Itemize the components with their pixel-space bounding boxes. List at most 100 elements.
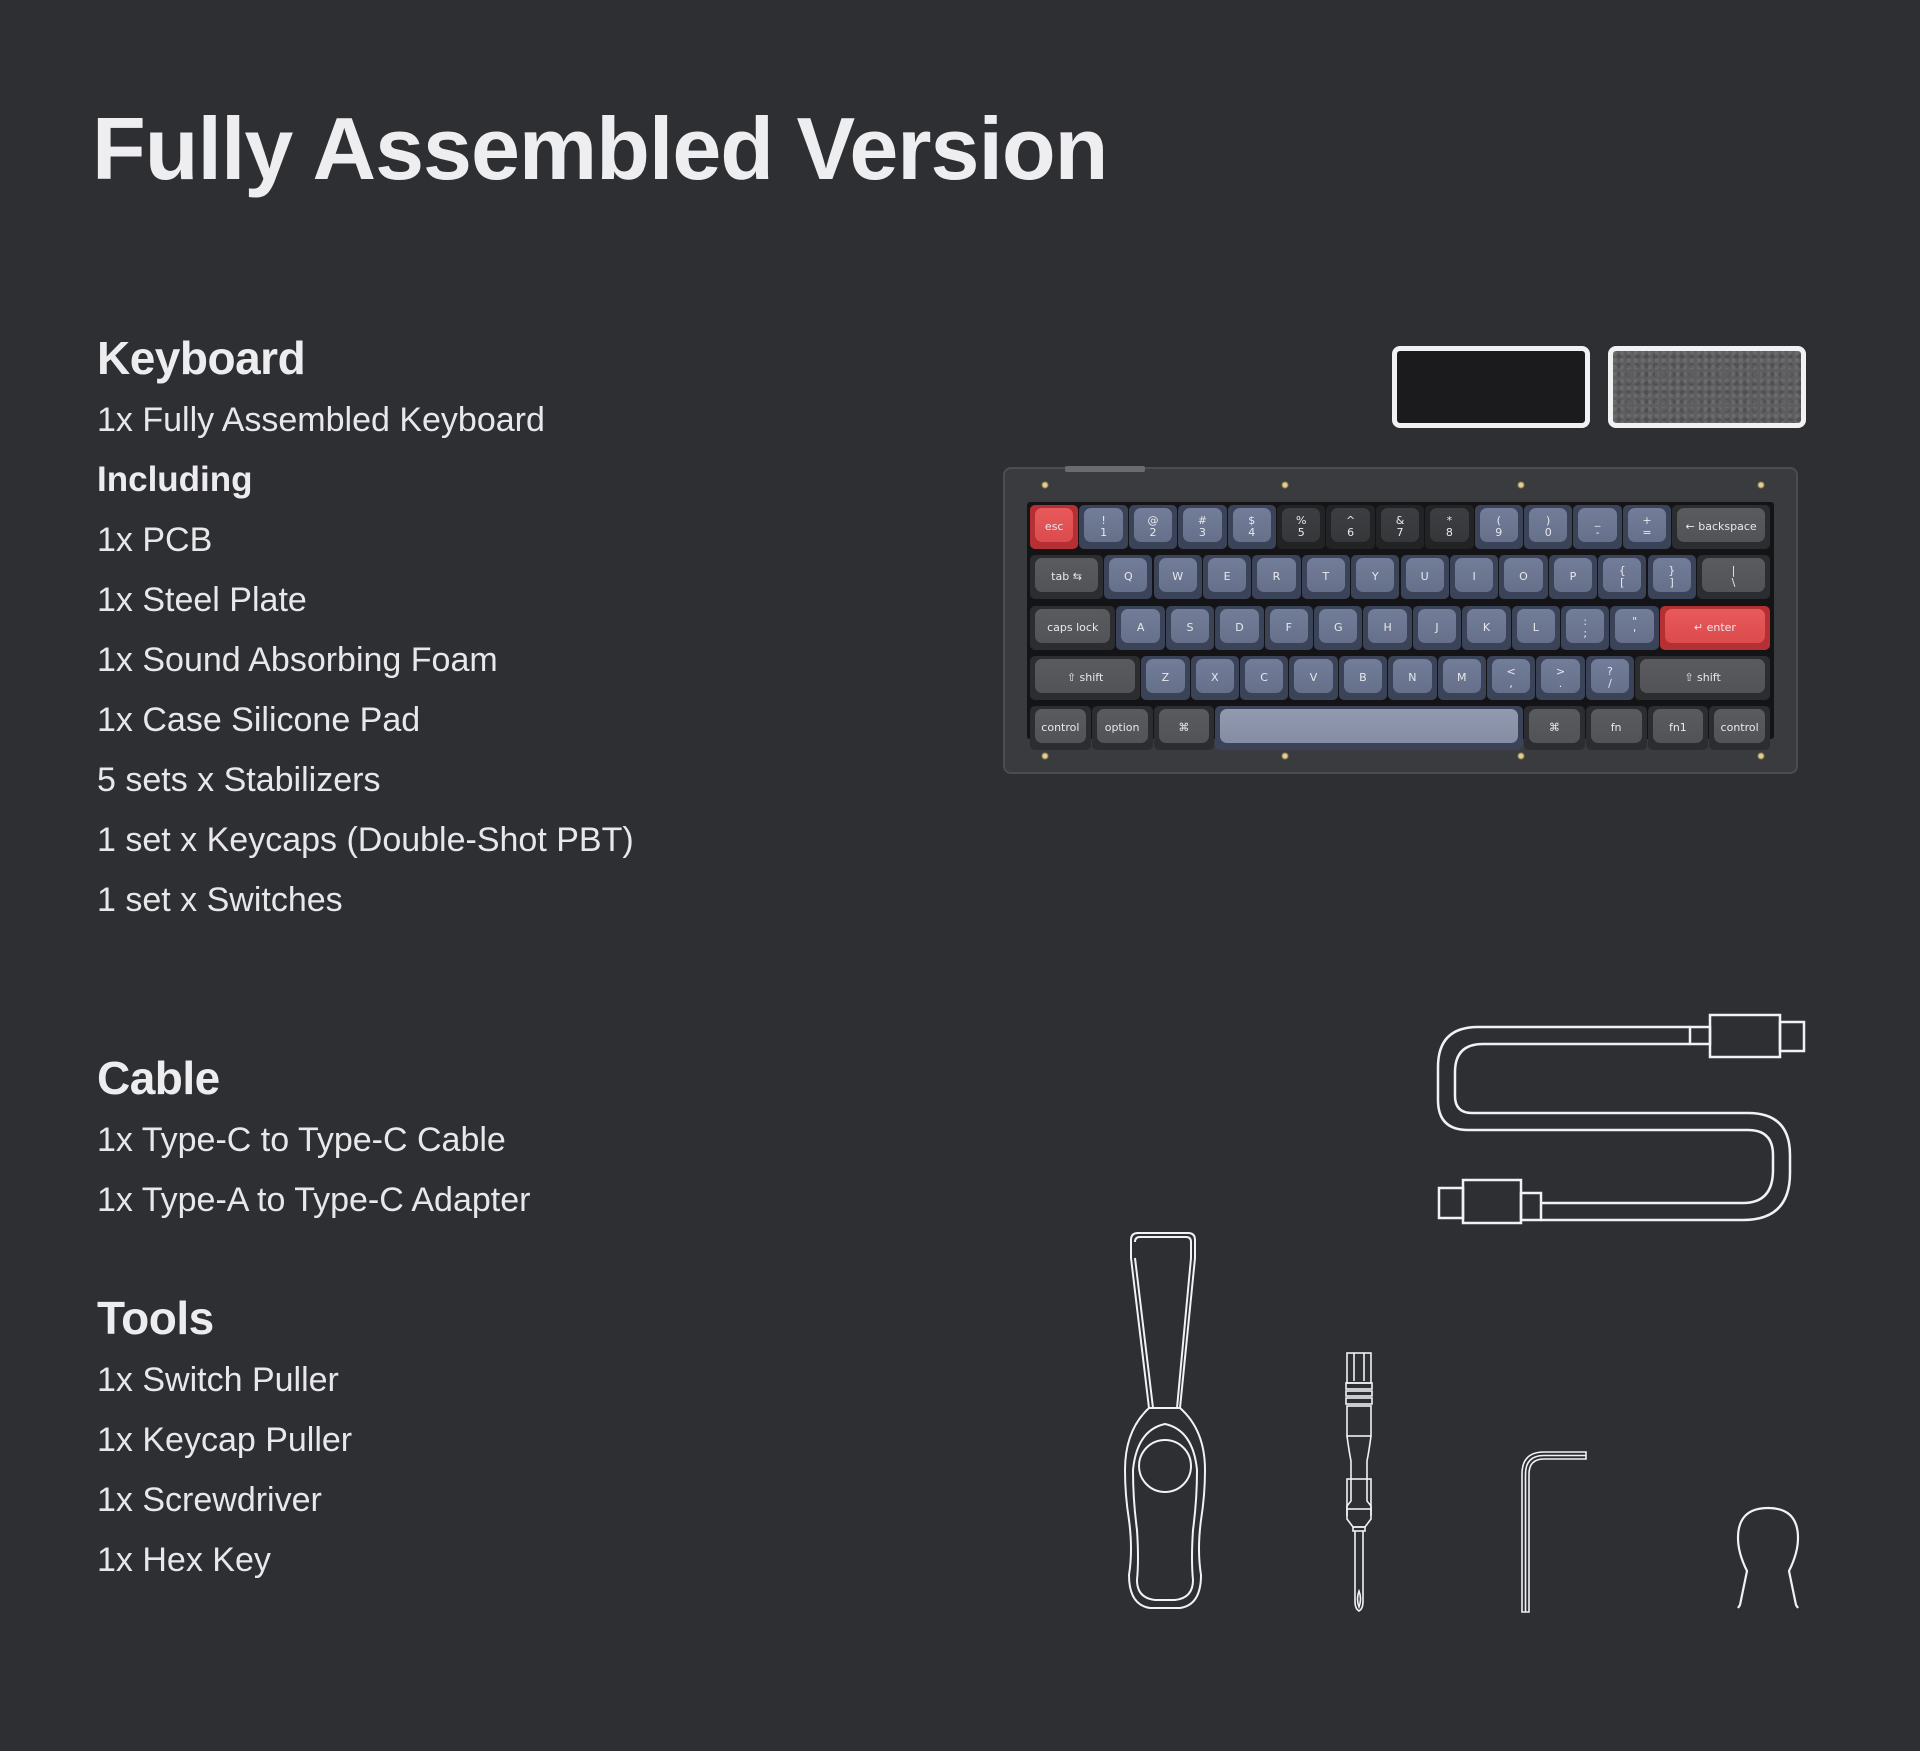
- keycap: ← backspace: [1672, 505, 1770, 549]
- keycap: : ;: [1561, 605, 1610, 650]
- keycap-label: ⇧ shift: [1066, 670, 1104, 684]
- keycap: U: [1400, 555, 1449, 600]
- list-item: 1x Screwdriver: [97, 1481, 322, 1519]
- keycap-label: < ,: [1506, 664, 1516, 690]
- keycap-label: * 8: [1445, 514, 1453, 539]
- keycap: X: [1190, 655, 1239, 700]
- keycap-label: V: [1309, 670, 1318, 684]
- keycap-label: S: [1186, 620, 1194, 634]
- keycap: fn1: [1647, 706, 1709, 751]
- keycap: G: [1314, 605, 1363, 650]
- keycap-label: ) 0: [1544, 514, 1552, 539]
- keycap: E: [1202, 555, 1252, 600]
- list-item: 1x Hex Key: [97, 1541, 271, 1579]
- keycap: [1215, 706, 1523, 751]
- including-subheading: Including: [97, 460, 253, 499]
- list-item: 1 set x Keycaps (Double-Shot PBT): [97, 821, 634, 859]
- keycap-label: fn1: [1668, 721, 1687, 735]
- keycap: K: [1462, 605, 1511, 650]
- keycap-label: control: [1041, 721, 1080, 735]
- keycap: + =: [1622, 505, 1672, 549]
- keycap-label: control: [1720, 721, 1759, 735]
- keycap-top: [1220, 709, 1518, 744]
- keycap: control: [1709, 706, 1770, 751]
- keycap-label: U: [1420, 570, 1429, 584]
- keycap: ⇧ shift: [1030, 655, 1141, 700]
- keycap-label: N: [1408, 670, 1417, 684]
- page-title: Fully Assembled Version: [92, 99, 1108, 198]
- screw-icon: [1757, 481, 1765, 489]
- keycap-label: W: [1172, 570, 1184, 584]
- list-item: 1x PCB: [97, 521, 213, 559]
- keycap-label: L: [1532, 620, 1539, 634]
- keycap-label: option: [1104, 721, 1140, 735]
- keycap-area: esc ! 1 @ 2 # 3 $ 4 % 5 ^ 6 & 7 * 8 ( 9) 0 _ - + = ←…: [1027, 502, 1774, 751]
- keycap-label: } ]: [1668, 564, 1676, 590]
- keycap: option: [1091, 706, 1153, 751]
- keycap-label: @ 2: [1147, 514, 1159, 539]
- keycap: tab ⇆: [1030, 555, 1104, 600]
- keycap-label: E: [1223, 570, 1231, 584]
- keycap-label: | \: [1731, 564, 1736, 590]
- screwdriver-icon: [1343, 1351, 1375, 1613]
- color-swatch-black[interactable]: [1392, 346, 1590, 428]
- list-item: 1 set x Switches: [97, 881, 343, 919]
- keycap: Y: [1351, 555, 1400, 600]
- screw-icon: [1281, 752, 1289, 760]
- keycap: Q: [1104, 555, 1153, 600]
- list-item: 1x Type-A to Type-C Adapter: [97, 1181, 531, 1219]
- list-item: 1x Sound Absorbing Foam: [97, 641, 498, 679]
- list-item: 1x Steel Plate: [97, 581, 307, 619]
- keycap: ⌘: [1153, 706, 1215, 751]
- keycap-label: + =: [1642, 514, 1652, 539]
- keycap: R: [1252, 555, 1301, 600]
- keycap: ) 0: [1524, 505, 1573, 549]
- keycap: ! 1: [1079, 505, 1128, 549]
- keycap-puller-icon: [1735, 1505, 1801, 1610]
- keycap-label: C: [1260, 670, 1268, 684]
- list-item: 1x Type-C to Type-C Cable: [97, 1121, 506, 1159]
- keycap: ↵ enter: [1659, 605, 1770, 650]
- keyboard-heading: Keyboard: [97, 332, 306, 384]
- keycap-label: ( 9: [1495, 514, 1503, 539]
- keycap: F: [1264, 605, 1314, 650]
- keycap: I: [1449, 555, 1499, 600]
- keycap-label: F: [1285, 620, 1292, 634]
- keycap-label: ← backspace: [1685, 520, 1757, 533]
- keycap-label: H: [1383, 620, 1392, 634]
- usb-port: [1065, 466, 1145, 472]
- keycap-label: caps lock: [1047, 620, 1099, 634]
- keycap: N: [1388, 655, 1437, 700]
- keycap-label: O: [1519, 570, 1528, 584]
- keycap-label: & 7: [1395, 514, 1405, 539]
- keycap-label: I: [1472, 570, 1476, 584]
- screw-icon: [1041, 481, 1049, 489]
- keycap-label: : ;: [1583, 614, 1588, 640]
- keycap-label: D: [1235, 620, 1244, 634]
- keycap-label: Q: [1123, 570, 1133, 584]
- list-item: 1x Switch Puller: [97, 1361, 339, 1399]
- keycap-label: ⌘: [1548, 721, 1560, 735]
- keycap: C: [1239, 655, 1289, 700]
- screw-icon: [1517, 481, 1525, 489]
- keycap-label: > .: [1555, 664, 1566, 690]
- screw-icon: [1757, 752, 1765, 760]
- keycap-label: G: [1333, 620, 1343, 634]
- keycap: O: [1499, 555, 1548, 600]
- keycap-label: ? /: [1607, 664, 1613, 690]
- keycap-label: $ 4: [1248, 514, 1256, 539]
- keycap: ? /: [1585, 655, 1635, 700]
- switch-puller-icon: [1123, 1230, 1207, 1610]
- keycap-label: B: [1359, 670, 1367, 684]
- color-swatch-grey[interactable]: [1608, 346, 1806, 428]
- keycap-label: fn: [1610, 721, 1622, 735]
- keycap-label: A: [1136, 620, 1145, 634]
- keycap-label: { [: [1618, 564, 1626, 590]
- cable-section: Cable 1x Type-C to Type-C Cable 1x Type-…: [97, 1046, 530, 1230]
- keycap: < ,: [1486, 655, 1536, 700]
- keycap: } ]: [1647, 555, 1696, 600]
- keycap-label: tab ⇆: [1051, 570, 1082, 584]
- keycap: ⌘: [1524, 706, 1585, 751]
- keycap-label: Y: [1371, 570, 1379, 584]
- keycap-label: T: [1322, 570, 1330, 584]
